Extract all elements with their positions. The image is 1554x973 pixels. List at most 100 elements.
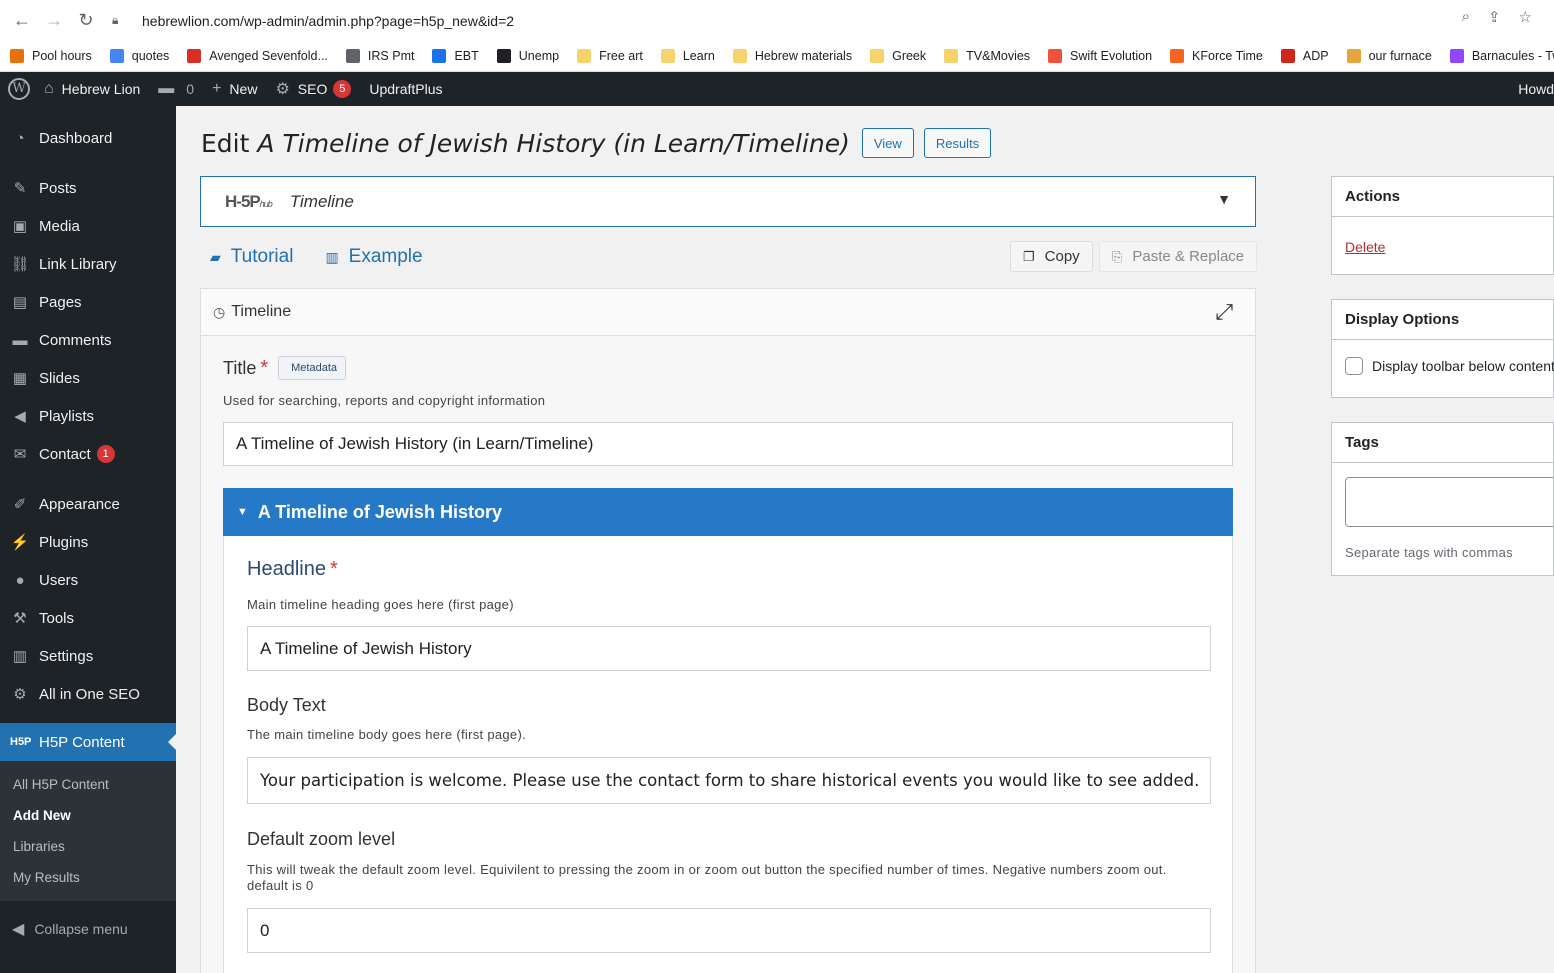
- sidebar-item-all-in-one-seo[interactable]: ⚙ All in One SEO: [0, 675, 176, 713]
- wordpress-logo-icon[interactable]: W: [8, 78, 30, 100]
- aioseo-icon: ⚙: [13, 686, 27, 703]
- dashboard-icon: ◔: [15, 129, 25, 147]
- bookmark-item[interactable]: IRS Pmt: [345, 48, 414, 63]
- paste-icon: ⎘: [1112, 248, 1123, 264]
- bookmark-favicon-icon: [1449, 48, 1464, 63]
- bookmark-item[interactable]: Swift Evolution: [1048, 48, 1152, 63]
- admin-sidebar: ◔ Dashboard ✎ Posts ▣ Media ⛓ Link Library ▤ Page…: [0, 106, 176, 973]
- bookmark-favicon-icon: [1048, 48, 1063, 63]
- headline-label: Headline *: [247, 558, 338, 580]
- title-field-label: Title * Metadata: [223, 356, 347, 380]
- audio-icon: ◀: [14, 408, 26, 425]
- delete-link[interactable]: Delete: [1345, 239, 1385, 255]
- sidebar-item-link-library[interactable]: ⛓ Link Library: [0, 245, 176, 283]
- fullscreen-icon[interactable]: ⤢: [1215, 299, 1233, 325]
- site-name-link[interactable]: ⌂ Hebrew Lion: [44, 80, 140, 98]
- example-link[interactable]: ▥ Example: [325, 246, 422, 268]
- sidebar-item-h5p-content[interactable]: H5P H5P Content: [0, 723, 176, 761]
- share-icon[interactable]: ⇪: [1488, 8, 1501, 26]
- forward-arrow-icon[interactable]: →: [38, 10, 70, 31]
- bookmark-item[interactable]: Greek: [870, 48, 926, 63]
- reload-icon[interactable]: ↻: [70, 10, 102, 31]
- bookmark-item[interactable]: Avenged Sevenfold...: [187, 48, 328, 63]
- body-text-label: Body Text: [247, 695, 326, 715]
- sidebar-item-comments[interactable]: ▬ Comments: [0, 321, 176, 359]
- bookmark-item[interactable]: Learn: [660, 48, 715, 63]
- zoom-input[interactable]: 0: [247, 908, 1211, 953]
- bookmark-item[interactable]: ADP: [1280, 48, 1329, 63]
- body-text-desc: The main timeline body goes here (first …: [247, 727, 526, 742]
- contact-badge: 1: [96, 445, 115, 463]
- sidebar-item-contact[interactable]: ✉ Contact 1: [0, 435, 176, 473]
- sidebar-item-users[interactable]: ● Users: [0, 561, 176, 599]
- collapse-menu-button[interactable]: ◀ Collapse menu: [0, 911, 176, 947]
- copy-button[interactable]: ❐ Copy: [1010, 241, 1093, 272]
- bookmark-favicon-icon: [10, 48, 24, 63]
- bookmark-favicon-icon: [660, 48, 675, 63]
- sidebar-item-playlists[interactable]: ◀ Playlists: [0, 397, 176, 435]
- chevron-down-icon[interactable]: ▼: [1217, 191, 1231, 207]
- sidebar-item-plugins[interactable]: ⚡ Plugins: [0, 523, 176, 561]
- display-options-box: Display Options Display toolbar below co…: [1331, 299, 1554, 398]
- headline-input[interactable]: A Timeline of Jewish History: [247, 626, 1211, 671]
- title-input[interactable]: A Timeline of Jewish History (in Learn/T…: [223, 422, 1233, 466]
- address-bar[interactable]: 🔒︎ hebrewlion.com/wp-admin/admin.php?pag…: [112, 7, 1540, 34]
- bookmark-item[interactable]: Pool hours: [10, 48, 92, 63]
- copy-icon: ❐: [1023, 248, 1035, 264]
- bookmark-item[interactable]: KForce Time: [1170, 48, 1263, 63]
- results-button[interactable]: Results: [923, 128, 992, 158]
- sidebar-item-pages[interactable]: ▤ Pages: [0, 283, 176, 321]
- tutorial-link[interactable]: ▰ Tutorial: [210, 246, 293, 268]
- seo-link[interactable]: ⚙ SEO 5: [275, 79, 352, 99]
- bookmark-item[interactable]: our furnace: [1346, 48, 1432, 63]
- bookmark-item[interactable]: EBT: [432, 48, 479, 63]
- graduation-cap-icon: ▰: [210, 248, 221, 265]
- sidebar-item-posts[interactable]: ✎ Posts: [0, 169, 176, 207]
- sidebar-item-settings[interactable]: ▥ Settings: [0, 637, 176, 675]
- comment-icon: ▬: [12, 331, 28, 349]
- bookmark-item[interactable]: Barnacules - Twitch: [1449, 48, 1554, 63]
- comments-link[interactable]: ▬ 0: [158, 80, 194, 98]
- body-text-input[interactable]: Your participation is welcome. Please us…: [247, 757, 1211, 804]
- collapse-arrow-icon: ◀: [12, 921, 25, 938]
- submenu-item-my-results[interactable]: My Results: [0, 862, 176, 893]
- submenu-item-add-new[interactable]: Add New: [0, 800, 176, 831]
- bookmark-item[interactable]: TV&Movies: [944, 48, 1030, 63]
- h5p-submenu: All H5P Content Add New Libraries My Result…: [0, 761, 176, 901]
- metadata-button[interactable]: Metadata: [278, 356, 347, 380]
- submenu-item-all-h5p-content[interactable]: All H5P Content: [0, 769, 176, 800]
- sidebar-item-appearance[interactable]: ✐ Appearance: [0, 485, 176, 523]
- bookmark-item[interactable]: quotes: [109, 48, 169, 63]
- comment-icon: ▬: [158, 80, 175, 97]
- new-content-link[interactable]: + New: [212, 80, 257, 98]
- sidebar-item-slides[interactable]: ▦ Slides: [0, 359, 176, 397]
- tags-input[interactable]: [1345, 477, 1553, 527]
- sidebar-item-media[interactable]: ▣ Media: [0, 207, 176, 245]
- view-button[interactable]: View: [861, 128, 914, 158]
- display-toolbar-checkbox[interactable]: [1345, 357, 1363, 375]
- h5p-hub-selector[interactable]: H-5Phub Timeline ▼: [200, 176, 1256, 227]
- tags-box: Tags Separate tags with commas: [1331, 422, 1554, 576]
- bookmarks-bar: Pool hours quotes Avenged Sevenfold... IRS …: [0, 40, 1554, 72]
- updraft-link[interactable]: UpdraftPlus: [369, 81, 442, 97]
- submenu-item-libraries[interactable]: Libraries: [0, 831, 176, 862]
- url-text: hebrewlion.com/wp-admin/admin.php?page=h…: [142, 12, 515, 29]
- home-icon: ⌂: [44, 80, 54, 97]
- bookmark-item[interactable]: Hebrew materials: [732, 48, 852, 63]
- bookmark-item[interactable]: Unemp: [496, 48, 559, 63]
- timeline-group-header[interactable]: ▼ A Timeline of Jewish History: [223, 488, 1233, 536]
- bookmark-favicon-icon: [1346, 48, 1361, 63]
- bookmark-favicon-icon: [187, 48, 202, 63]
- sidebar-item-tools[interactable]: ⚒ Tools: [0, 599, 176, 637]
- slides-icon: ▦: [12, 370, 28, 387]
- sidebar-item-dashboard[interactable]: ◔ Dashboard: [0, 119, 176, 157]
- zoom-icon[interactable]: ⌕: [1462, 8, 1470, 26]
- bookmark-favicon-icon: [345, 48, 360, 63]
- editor-header: ◷ Timeline ⤢: [201, 289, 1255, 336]
- paste-replace-button[interactable]: ⎘ Paste & Replace: [1099, 241, 1258, 272]
- back-arrow-icon[interactable]: ←: [6, 10, 38, 31]
- tags-title: Tags: [1332, 423, 1553, 463]
- bookmark-item[interactable]: Free art: [577, 48, 643, 63]
- howdy-user[interactable]: Howd: [1518, 81, 1554, 97]
- star-icon[interactable]: ☆: [1519, 8, 1532, 26]
